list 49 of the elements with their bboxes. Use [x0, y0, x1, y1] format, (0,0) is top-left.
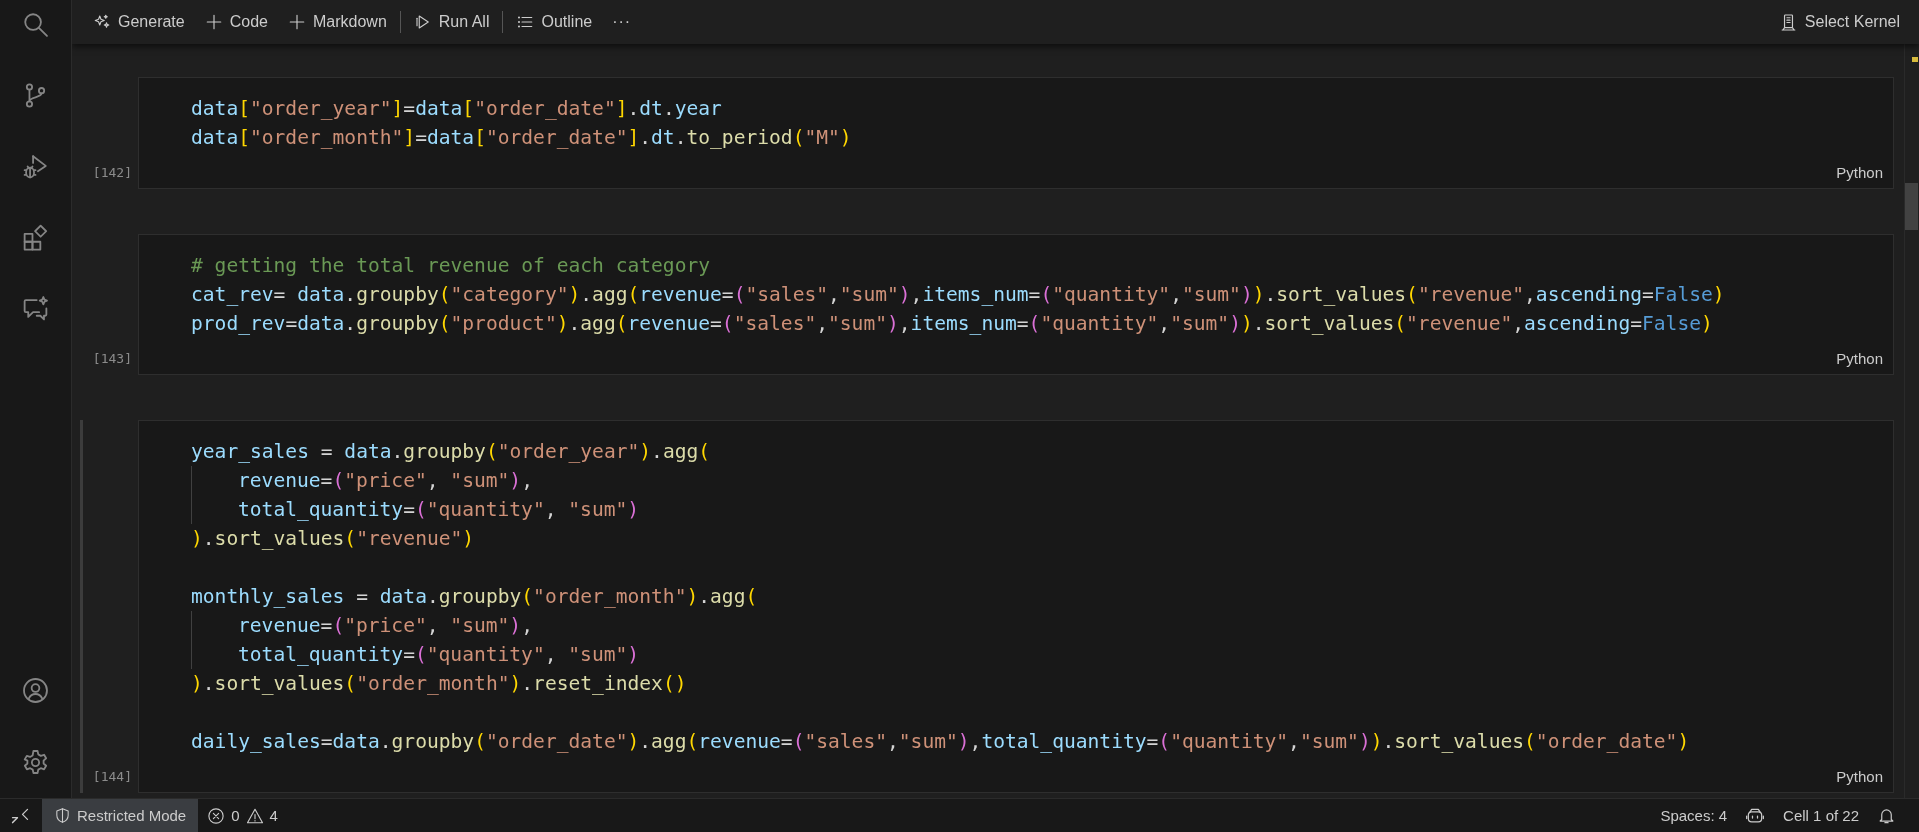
- account-icon[interactable]: [21, 676, 50, 705]
- bell-icon[interactable]: [1877, 806, 1896, 825]
- generate-button[interactable]: Generate: [86, 9, 192, 35]
- overview-ruler-mark: [1912, 57, 1918, 62]
- search-icon[interactable]: [21, 10, 50, 39]
- select-kernel-button[interactable]: Select Kernel: [1771, 8, 1907, 36]
- settings-icon[interactable]: [21, 748, 50, 777]
- code-line: # getting the total revenue of each category: [191, 254, 711, 277]
- code-line: data["order_year"]=data["order_date"].dt.year: [191, 97, 722, 120]
- indentation-button[interactable]: Spaces: 4: [1651, 799, 1737, 832]
- cell-language[interactable]: Python: [1836, 164, 1883, 181]
- play-bug-icon[interactable]: [21, 152, 50, 181]
- code-line: cat_rev= data.groupby("category").agg(revenue=("sales","sum"),items_num=("quantity","sum")).sort_values("revenue",ascending=False): [191, 283, 1725, 306]
- outline-button[interactable]: Outline: [509, 9, 600, 35]
- add-markdown-button[interactable]: Markdown: [280, 9, 394, 35]
- code-cell[interactable]: [138, 420, 1894, 793]
- code-line: ).sort_values("order_month").reset_index(): [191, 672, 687, 695]
- cell-language[interactable]: Python: [1836, 768, 1883, 785]
- code-line: revenue=("price", "sum"),: [238, 469, 533, 492]
- plus-icon: [287, 13, 306, 31]
- blocks-icon[interactable]: [21, 223, 50, 252]
- code-line: monthly_sales = data.groupby("order_month").agg(: [191, 585, 758, 608]
- code-line: year_sales = data.groupby("order_year").agg(: [191, 440, 711, 463]
- code-line: prod_rev=data.groupby("product").agg(revenue=("sales","sum"),items_num=("quantity","sum")).sort_values("revenue",ascending=False): [191, 312, 1713, 335]
- problems-button[interactable]: 0 4: [198, 799, 287, 832]
- code-line: total_quantity=("quantity", "sum"): [238, 498, 640, 521]
- add-code-button[interactable]: Code: [197, 9, 275, 35]
- code-line: data["order_month"]=data["order_date"].dt.to_period("M"): [191, 126, 852, 149]
- code-line: revenue=("price", "sum"),: [238, 614, 533, 637]
- scrollbar-thumb[interactable]: [1905, 183, 1918, 230]
- more-button[interactable]: ···: [605, 9, 639, 35]
- execution-count: [142]: [92, 165, 132, 180]
- error-icon: [207, 806, 226, 825]
- code-line: ).sort_values("revenue"): [191, 527, 475, 550]
- code-line: total_quantity=("quantity", "sum"): [238, 643, 640, 666]
- plus-icon: [204, 13, 223, 31]
- cell-position-button[interactable]: Cell 1 of 22: [1774, 799, 1868, 832]
- execution-count: [144]: [92, 769, 132, 784]
- warning-icon: [245, 806, 264, 825]
- restricted-mode-button[interactable]: Restricted Mode: [42, 799, 199, 832]
- run-all-icon: [413, 13, 432, 31]
- shield-icon: [54, 807, 71, 824]
- code-cell[interactable]: data["order_year"]=data["order_date"].dt.year data["order_month"]=data["order_date"].dt.to_period("M") Python: [138, 77, 1894, 189]
- execution-count: [143]: [92, 351, 132, 366]
- cell-language[interactable]: Python: [1836, 350, 1883, 367]
- run-all-button[interactable]: Run All: [406, 9, 497, 35]
- code-line: daily_sales=data.groupby("order_date").agg(revenue=("sales","sum"),total_quantity=("quantity","sum")).sort_values("order_date"): [191, 730, 1690, 753]
- sparkle-icon: [93, 13, 111, 31]
- chat-sparkle-icon[interactable]: [21, 294, 50, 323]
